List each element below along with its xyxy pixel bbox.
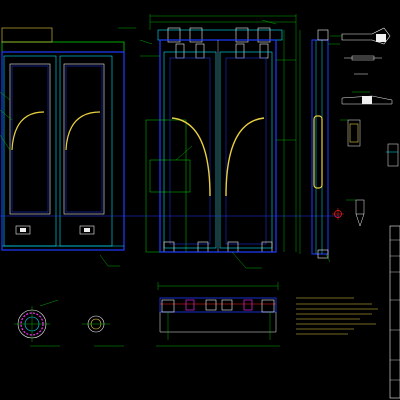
cad-drawing <box>0 0 400 400</box>
cad-drawing-canvas[interactable] <box>0 0 400 400</box>
